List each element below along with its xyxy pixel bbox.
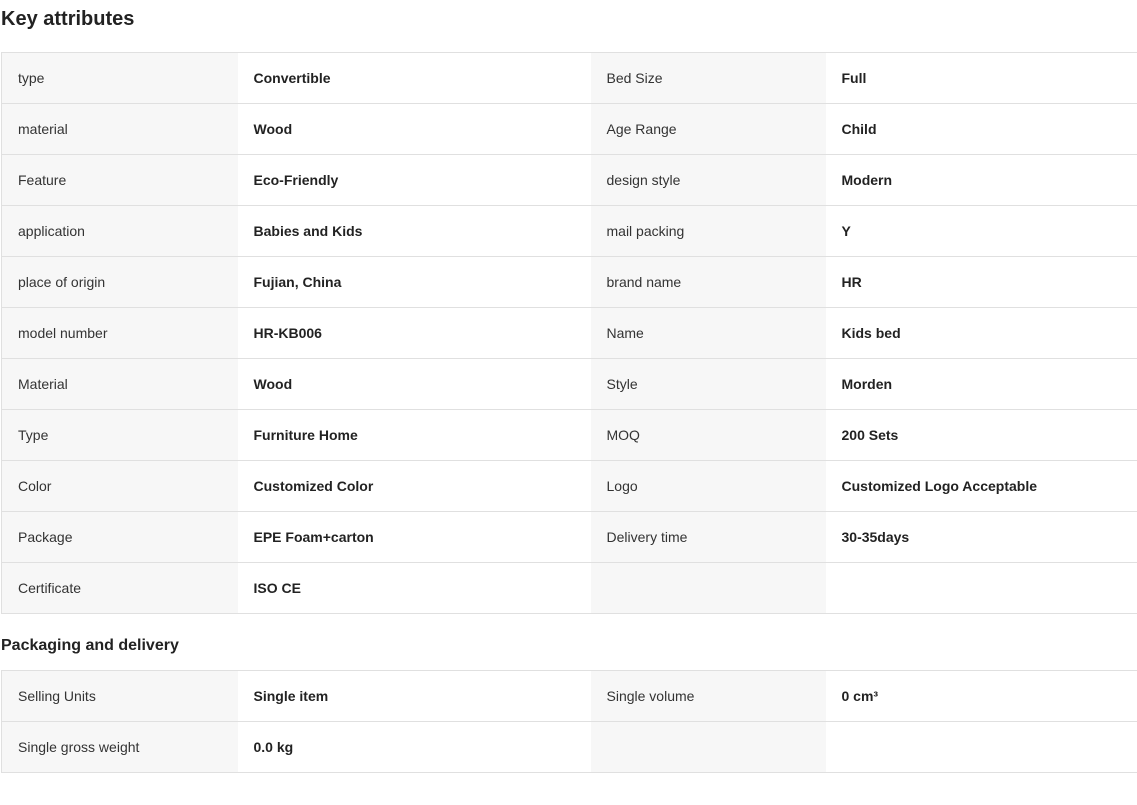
attribute-value: Fujian, China	[237, 256, 591, 308]
table-row: Single gross weight 0.0 kg	[1, 721, 1137, 773]
table-row: Color Customized Color Logo Customized Logo…	[1, 460, 1137, 512]
attribute-label: Bed Size	[590, 52, 826, 104]
attribute-value: 30-35days	[825, 511, 1137, 563]
attribute-value: Customized Color	[237, 460, 591, 512]
attribute-label: place of origin	[1, 256, 238, 308]
table-row: Certificate ISO CE	[1, 562, 1137, 614]
attribute-value: Babies and Kids	[237, 205, 591, 257]
attribute-label: material	[1, 103, 238, 155]
attribute-label: model number	[1, 307, 238, 359]
attribute-label: type	[1, 52, 238, 104]
key-attributes-title: Key attributes	[1, 8, 135, 30]
attribute-value: Kids bed	[825, 307, 1137, 359]
attribute-value: HR-KB006	[237, 307, 591, 359]
attribute-label	[590, 562, 826, 614]
attribute-value: Wood	[237, 103, 591, 155]
attribute-label: Single gross weight	[1, 721, 238, 773]
attribute-value: Y	[825, 205, 1137, 257]
attribute-value: Convertible	[237, 52, 591, 104]
attribute-label: design style	[590, 154, 826, 206]
table-row: type Convertible Bed Size Full	[1, 52, 1137, 104]
packaging-delivery-body: Selling Units Single item Single volume 0 c…	[1, 670, 1137, 773]
attribute-value: Furniture Home	[237, 409, 591, 461]
table-row: Package EPE Foam+carton Delivery time 30-35…	[1, 511, 1137, 563]
attribute-label: Material	[1, 358, 238, 410]
attribute-label: Package	[1, 511, 238, 563]
attribute-value: Wood	[237, 358, 591, 410]
table-row: Type Furniture Home MOQ 200 Sets	[1, 409, 1137, 461]
attribute-value: Modern	[825, 154, 1137, 206]
attribute-label: Logo	[590, 460, 826, 512]
table-row: Selling Units Single item Single volume 0 c…	[1, 670, 1137, 722]
attribute-label: MOQ	[590, 409, 826, 461]
attribute-label: Name	[590, 307, 826, 359]
attribute-value	[825, 721, 1137, 773]
attribute-value: EPE Foam+carton	[237, 511, 591, 563]
packaging-delivery-table: Selling Units Single item Single volume 0 c…	[1, 670, 1137, 773]
table-row: Material Wood Style Morden	[1, 358, 1137, 410]
attribute-value: 0 cm³	[825, 670, 1137, 722]
attribute-value: Single item	[237, 670, 591, 722]
attribute-value: 200 Sets	[825, 409, 1137, 461]
attribute-value: Morden	[825, 358, 1137, 410]
table-row: model number HR-KB006 Name Kids bed	[1, 307, 1137, 359]
attribute-label: mail packing	[590, 205, 826, 257]
table-row: place of origin Fujian, China brand name HR	[1, 256, 1137, 308]
attribute-label: Single volume	[590, 670, 826, 722]
attribute-value: 0.0 kg	[237, 721, 591, 773]
table-row: Feature Eco-Friendly design style Modern	[1, 154, 1137, 206]
attribute-value: Child	[825, 103, 1137, 155]
attribute-label	[590, 721, 826, 773]
attribute-label: brand name	[590, 256, 826, 308]
attribute-value	[825, 562, 1137, 614]
table-row: application Babies and Kids mail packing Y	[1, 205, 1137, 257]
attribute-label: Selling Units	[1, 670, 238, 722]
attribute-value: Full	[825, 52, 1137, 104]
attribute-label: Certificate	[1, 562, 238, 614]
attribute-label: Feature	[1, 154, 238, 206]
attribute-label: application	[1, 205, 238, 257]
table-row: material Wood Age Range Child	[1, 103, 1137, 155]
attribute-value: ISO CE	[237, 562, 591, 614]
attribute-label: Type	[1, 409, 238, 461]
attribute-value: Customized Logo Acceptable	[825, 460, 1137, 512]
product-attributes-page: Key attributes type Convertible Bed Size Fu…	[0, 0, 1137, 805]
attribute-label: Color	[1, 460, 238, 512]
key-attributes-table: type Convertible Bed Size Full material Wood A…	[1, 52, 1137, 614]
key-attributes-body: type Convertible Bed Size Full material Wood A…	[1, 52, 1137, 614]
packaging-delivery-title: Packaging and delivery	[1, 637, 179, 654]
attribute-value: Eco-Friendly	[237, 154, 591, 206]
attribute-label: Age Range	[590, 103, 826, 155]
attribute-label: Style	[590, 358, 826, 410]
attribute-label: Delivery time	[590, 511, 826, 563]
attribute-value: HR	[825, 256, 1137, 308]
